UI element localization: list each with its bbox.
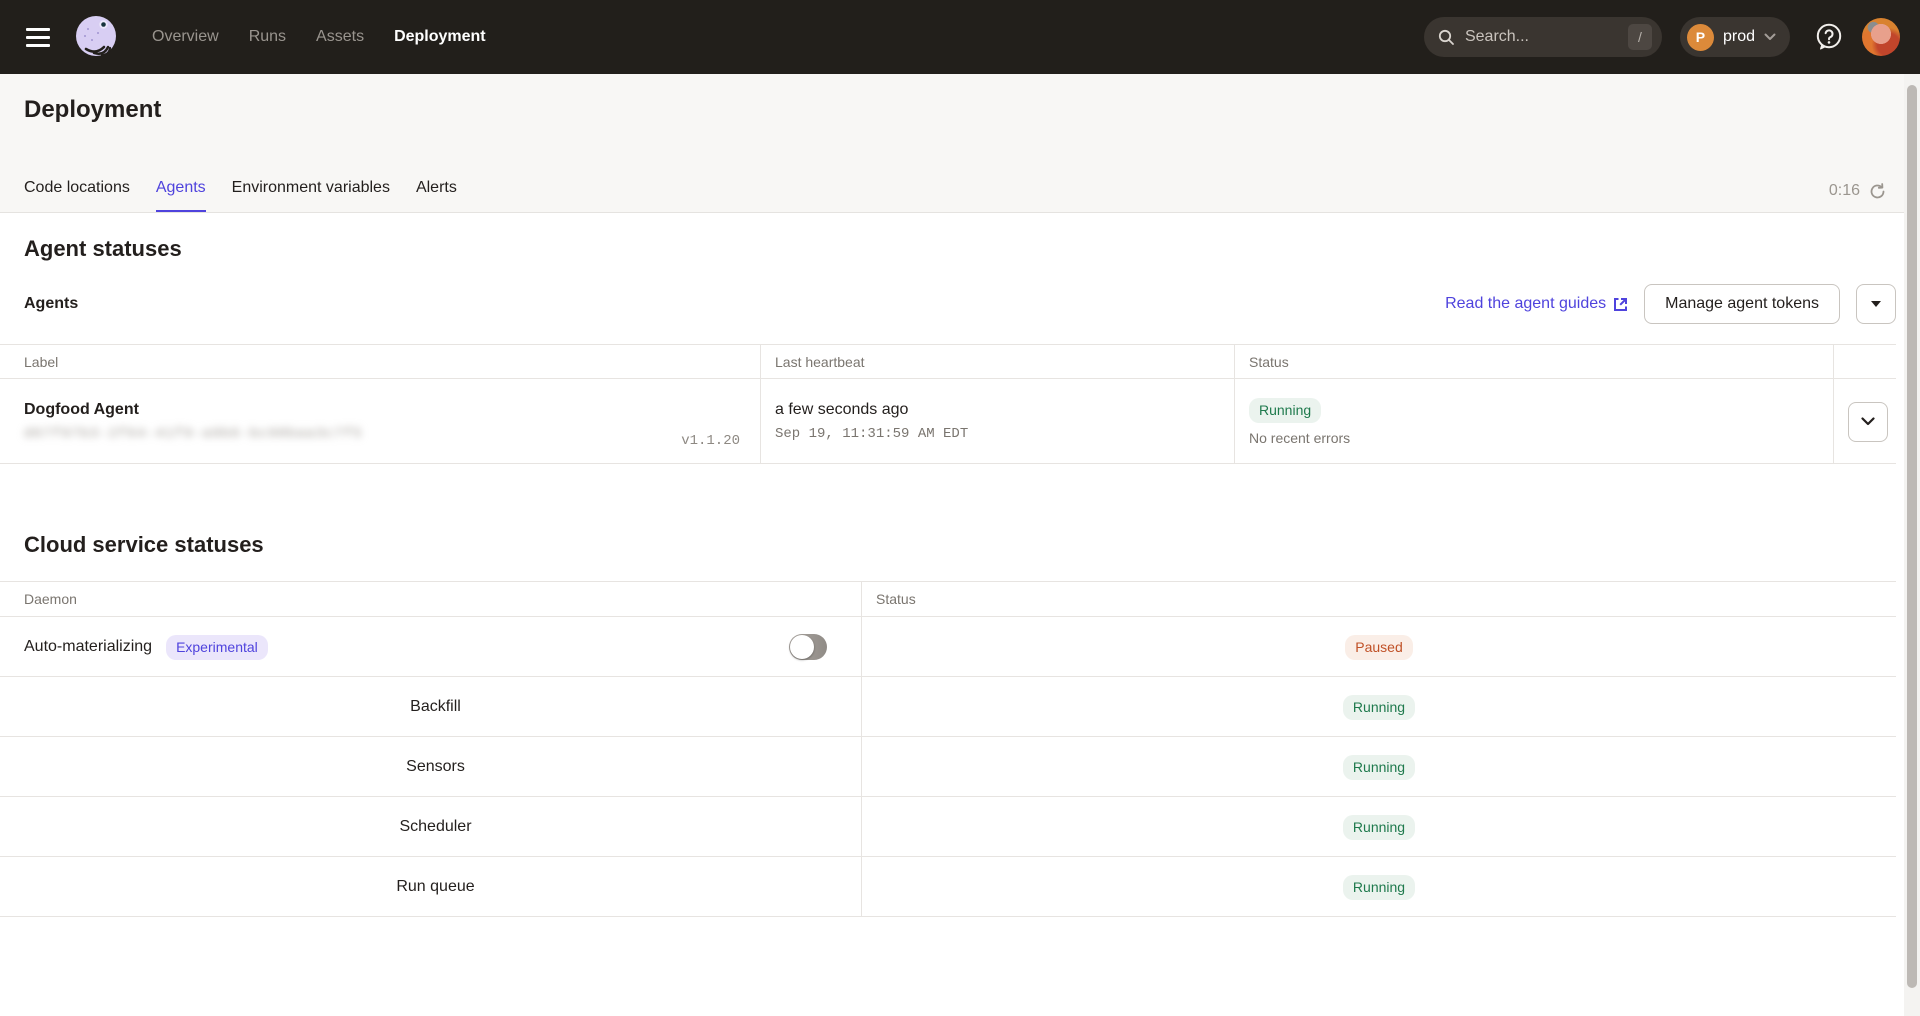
column-header-actions	[1833, 345, 1896, 378]
column-header-status: Status	[1234, 345, 1833, 378]
daemon-row-backfill: Backfill Running	[0, 677, 1896, 737]
deployment-tabs: Code locations Agents Environment variab…	[24, 171, 457, 212]
refresh-countdown: 0:16	[1829, 182, 1860, 200]
daemon-status-cell: Running	[861, 797, 1896, 856]
deployment-name: prod	[1723, 28, 1755, 46]
nav-right-cluster: / P prod	[1424, 17, 1900, 57]
search-shortcut-key: /	[1628, 24, 1652, 50]
daemon-cell: Auto-materializing Experimental	[0, 617, 861, 676]
daemon-cell: Backfill	[0, 677, 861, 736]
daemon-name: Scheduler	[399, 818, 471, 836]
user-avatar[interactable]	[1862, 18, 1900, 56]
daemon-row-scheduler: Scheduler Running	[0, 797, 1896, 857]
menu-icon[interactable]	[18, 17, 58, 57]
daemon-status-cell: Paused	[861, 617, 1896, 676]
deployment-initial-badge: P	[1687, 24, 1714, 51]
cloud-service-statuses-heading: Cloud service statuses	[0, 532, 1920, 558]
agent-version: v1.1.20	[681, 433, 740, 449]
auto-materializing-toggle[interactable]	[789, 634, 827, 660]
status-badge: Running	[1343, 755, 1415, 780]
column-header-label: Label	[0, 345, 760, 378]
heartbeat-timestamp: Sep 19, 11:31:59 AM EDT	[775, 426, 1220, 442]
daemon-row-sensors: Sensors Running	[0, 737, 1896, 797]
agent-name: Dogfood Agent	[24, 401, 746, 419]
chevron-down-icon	[1764, 33, 1776, 41]
agent-status-cell: Running No recent errors	[1234, 379, 1833, 463]
status-badge: Running	[1249, 398, 1321, 423]
primary-nav-links: Overview Runs Assets Deployment	[152, 28, 486, 46]
tab-environment-variables[interactable]: Environment variables	[232, 171, 390, 212]
daemon-name: Run queue	[396, 878, 474, 896]
page-title: Deployment	[24, 96, 1896, 124]
daemon-name: Auto-materializing	[24, 638, 152, 656]
scrollbar-thumb[interactable]	[1907, 85, 1917, 988]
toggle-knob	[790, 635, 814, 659]
agents-actions: Read the agent guides Manage agent token…	[1445, 284, 1896, 324]
chevron-down-icon	[1861, 417, 1875, 426]
agents-table-header: Label Last heartbeat Status	[0, 345, 1896, 379]
status-badge: Running	[1343, 815, 1415, 840]
help-icon[interactable]	[1814, 22, 1844, 52]
deployment-switcher[interactable]: P prod	[1680, 17, 1790, 57]
expand-agent-row-button[interactable]	[1848, 402, 1888, 442]
column-header-daemon: Daemon	[0, 582, 861, 616]
manage-agent-tokens-button[interactable]: Manage agent tokens	[1644, 284, 1840, 324]
agents-more-actions-button[interactable]	[1856, 284, 1896, 324]
dagster-logo-icon[interactable]	[72, 13, 120, 61]
refresh-indicator: 0:16	[1829, 182, 1886, 200]
status-badge: Running	[1343, 695, 1415, 720]
main-content: Agent statuses Agents Read the agent gui…	[0, 236, 1920, 917]
caret-down-icon	[1871, 301, 1881, 307]
agent-label-cell: Dogfood Agent d67f97b3-2f64-41f9-a9b6-bc…	[0, 379, 760, 463]
search-bar[interactable]: /	[1424, 17, 1662, 57]
daemon-cell: Run queue	[0, 857, 861, 916]
vertical-scrollbar[interactable]	[1904, 74, 1920, 1016]
agents-table: Label Last heartbeat Status Dogfood Agen…	[0, 344, 1896, 464]
nav-item-runs[interactable]: Runs	[249, 28, 286, 46]
agent-row: Dogfood Agent d67f97b3-2f64-41f9-a9b6-bc…	[0, 379, 1896, 464]
daemon-status-cell: Running	[861, 857, 1896, 916]
agents-controls-row: Agents Read the agent guides Manage agen…	[0, 284, 1920, 324]
daemon-cell: Scheduler	[0, 797, 861, 856]
nav-item-assets[interactable]: Assets	[316, 28, 364, 46]
daemon-status-cell: Running	[861, 737, 1896, 796]
page-header: Deployment Code locations Agents Environ…	[0, 74, 1920, 213]
daemon-cell: Sensors	[0, 737, 861, 796]
daemon-status-cell: Running	[861, 677, 1896, 736]
nav-item-deployment[interactable]: Deployment	[394, 28, 486, 46]
cloud-services-table: Daemon Status Auto-materializing Experim…	[0, 581, 1896, 917]
tab-code-locations[interactable]: Code locations	[24, 171, 130, 212]
external-link-icon	[1613, 297, 1628, 312]
agent-id-redacted: d67f97b3-2f64-41f9-a9b6-bc90baa3c7f5	[24, 426, 746, 442]
agent-statuses-heading: Agent statuses	[0, 236, 1920, 262]
status-note: No recent errors	[1249, 430, 1819, 446]
agents-subheading: Agents	[24, 295, 78, 313]
status-badge: Paused	[1345, 635, 1412, 660]
agent-heartbeat-cell: a few seconds ago Sep 19, 11:31:59 AM ED…	[760, 379, 1234, 463]
column-header-last-heartbeat: Last heartbeat	[760, 345, 1234, 378]
experimental-badge: Experimental	[166, 635, 268, 660]
daemon-row-run-queue: Run queue Running	[0, 857, 1896, 917]
search-input[interactable]	[1465, 28, 1618, 46]
search-icon	[1438, 29, 1455, 46]
heartbeat-relative: a few seconds ago	[775, 401, 1220, 419]
tab-alerts[interactable]: Alerts	[416, 171, 457, 212]
agent-guides-link-label: Read the agent guides	[1445, 295, 1606, 313]
agent-guides-link[interactable]: Read the agent guides	[1445, 295, 1628, 313]
daemon-name: Sensors	[406, 758, 465, 776]
refresh-icon[interactable]	[1869, 183, 1886, 200]
cloud-table-header: Daemon Status	[0, 582, 1896, 617]
daemon-name: Backfill	[410, 698, 461, 716]
agent-actions-cell	[1833, 379, 1902, 463]
tab-agents[interactable]: Agents	[156, 171, 206, 212]
column-header-status: Status	[861, 582, 1896, 616]
top-navigation: Overview Runs Assets Deployment / P prod	[0, 0, 1920, 74]
status-badge: Running	[1343, 875, 1415, 900]
nav-item-overview[interactable]: Overview	[152, 28, 219, 46]
daemon-row-auto-materializing: Auto-materializing Experimental Paused	[0, 617, 1896, 677]
